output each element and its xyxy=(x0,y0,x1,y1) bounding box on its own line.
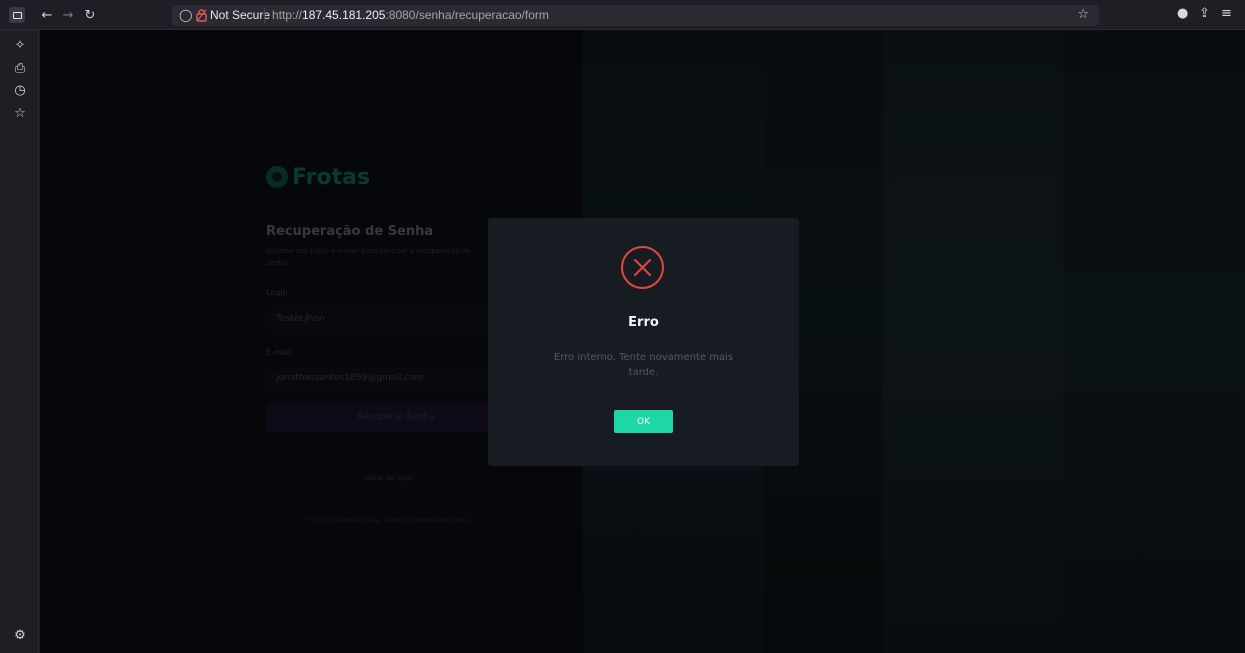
reload-icon[interactable]: ↻ xyxy=(80,5,100,25)
settings-icon[interactable]: ⚙ xyxy=(11,627,29,645)
extensions-icon[interactable]: ⇪ xyxy=(1199,6,1210,21)
url-text[interactable]: http://187.45.181.205:8080/senha/recuper… xyxy=(272,8,549,22)
back-icon[interactable]: ← xyxy=(37,5,57,25)
browser-sidebar: ✧ ⎙ ◷ ☆ ⚙ xyxy=(0,30,39,653)
dialog-message: Erro interno. Tente novamente mais tarde… xyxy=(553,352,734,378)
synced-tabs-icon[interactable]: ⎙ xyxy=(11,60,29,78)
address-bar[interactable]: ◯ Not Secure http://187.45.181.205:8080/… xyxy=(172,5,1099,26)
error-dialog: Erro Erro interno. Tente novamente mais … xyxy=(488,218,799,466)
not-secure-label[interactable]: Not Secure xyxy=(210,8,270,22)
lock-icon[interactable] xyxy=(196,9,207,22)
ok-button[interactable]: OK xyxy=(614,410,673,433)
forward-icon[interactable]: → xyxy=(58,5,78,25)
dialog-title: Erro xyxy=(628,315,659,330)
ai-sparkle-icon[interactable]: ✧ xyxy=(11,37,29,55)
history-icon[interactable]: ◷ xyxy=(11,82,29,100)
sidebar-toggle-icon[interactable] xyxy=(9,7,25,23)
error-x-circle-icon xyxy=(621,246,664,289)
browser-toolbar: ← → ↻ ◯ Not Secure http://187.45.181.205… xyxy=(0,0,1245,30)
bookmark-star-icon[interactable]: ☆ xyxy=(1077,7,1089,22)
menu-icon[interactable]: ≡ xyxy=(1221,6,1232,21)
bookmarks-icon[interactable]: ☆ xyxy=(11,105,29,123)
shield-icon[interactable]: ◯ xyxy=(179,8,192,22)
url-separator xyxy=(264,8,265,23)
account-icon[interactable]: ● xyxy=(1177,6,1188,21)
